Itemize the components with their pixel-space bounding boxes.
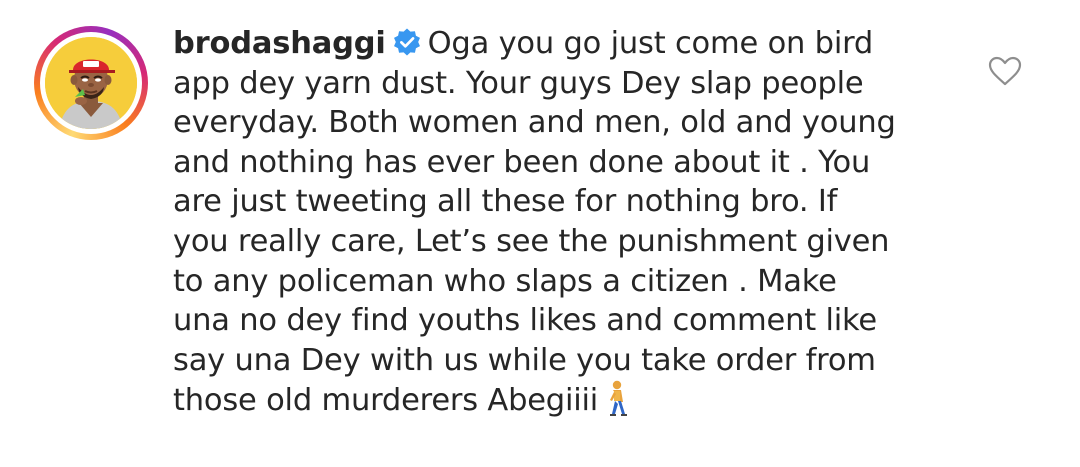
cartoon-avatar-icon xyxy=(45,37,137,129)
comment-line-8: una no dey find youths likes and comment… xyxy=(173,303,877,339)
comment-line-9: say una Dey with us while you take order… xyxy=(173,342,876,378)
heart-outline-icon xyxy=(988,56,1022,86)
username-link[interactable]: brodashaggi xyxy=(173,26,386,61)
avatar-frame xyxy=(40,32,142,134)
comment-text: Oga you go just come on bird xyxy=(427,26,874,61)
story-ring[interactable] xyxy=(34,26,148,140)
comment-line-6: you really care, Let’s see the punishmen… xyxy=(173,223,890,259)
comment-line-5: are just tweeting all these for nothing … xyxy=(173,184,838,220)
like-button[interactable] xyxy=(988,56,1022,86)
comment-line-10: those old murderers Abegiiii xyxy=(173,380,953,421)
comment-body: brodashaggi Oga you go just come on bird … xyxy=(173,24,953,421)
comment-line-3: everyday. Both women and men, old and yo… xyxy=(173,105,896,141)
comment-line-2: app dey yarn dust. Your guys Dey slap pe… xyxy=(173,65,864,101)
verified-badge-icon xyxy=(393,28,420,56)
avatar[interactable] xyxy=(45,37,137,129)
comment-line-1: brodashaggi Oga you go just come on bird xyxy=(173,24,953,64)
comment-text-end: those old murderers Abegiiii xyxy=(173,383,599,419)
person-walking-emoji-icon xyxy=(610,381,628,417)
comment: brodashaggi Oga you go just come on bird … xyxy=(0,0,1080,467)
comment-line-4: and nothing has ever been done about it … xyxy=(173,144,871,180)
comment-line-7: to any policeman who slaps a citizen . M… xyxy=(173,263,837,299)
